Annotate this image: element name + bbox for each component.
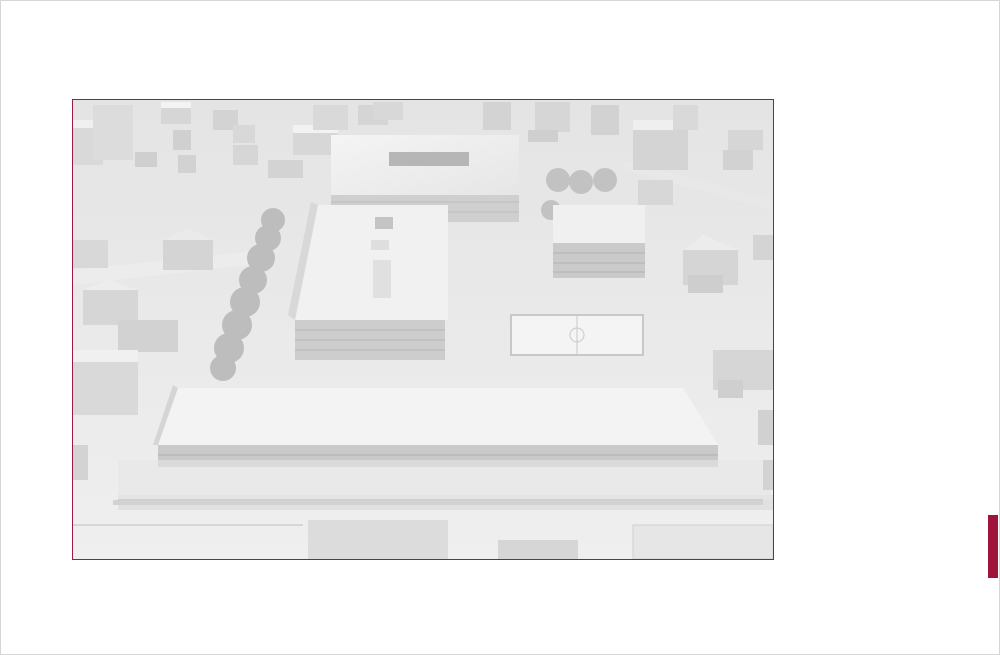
platform (118, 460, 773, 500)
architectural-model-photo (72, 99, 774, 560)
sports-court (510, 314, 644, 356)
building-long-front (153, 385, 718, 467)
accent-tab (988, 515, 998, 578)
building-center (288, 202, 448, 360)
model-illustration (73, 100, 773, 559)
building-right (553, 205, 645, 278)
